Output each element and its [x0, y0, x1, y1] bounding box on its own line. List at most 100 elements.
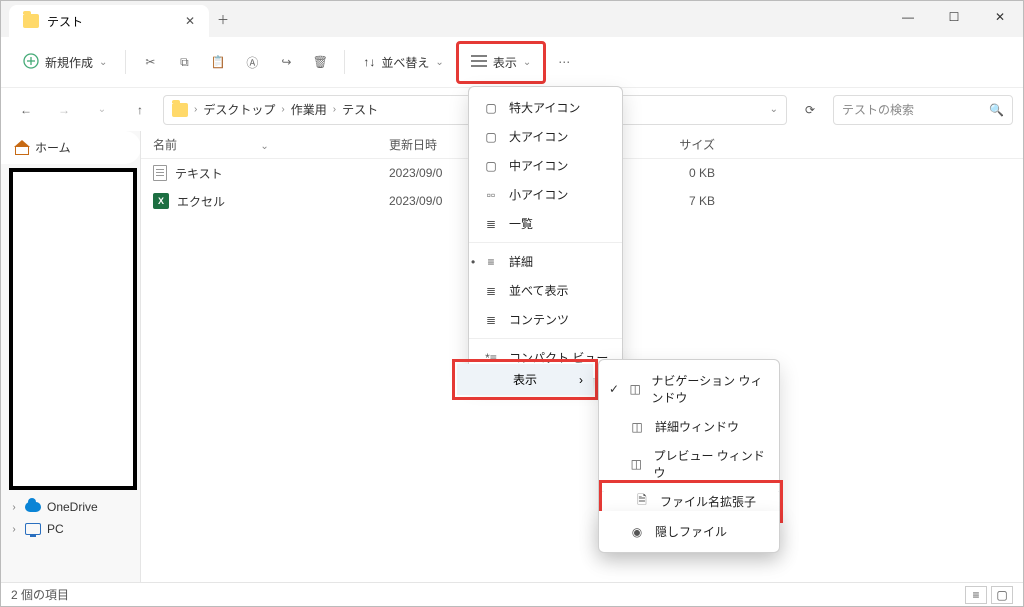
menu-list[interactable]: ≣一覧 [469, 209, 622, 238]
new-label: 新規作成 [45, 54, 93, 71]
search-icon: 🔍 [989, 103, 1004, 117]
view-list-icon [471, 55, 487, 70]
view-button[interactable]: 表示 ⌄ [456, 41, 546, 84]
menu-tiles[interactable]: ≣並べて表示 [469, 276, 622, 305]
large-icon: ▢ [483, 130, 499, 144]
medium-icon: ▢ [483, 159, 499, 173]
onedrive-label: OneDrive [47, 500, 98, 514]
content-icon: ≣ [483, 313, 499, 327]
check-icon: ✓ [609, 382, 619, 396]
details-view-toggle[interactable]: ≡ [965, 586, 987, 604]
rename-button[interactable]: Ⓐ [236, 46, 268, 78]
chevron-right-icon[interactable]: › [9, 524, 19, 535]
share-button[interactable]: ↪ [270, 46, 302, 78]
thumbnails-view-toggle[interactable]: ▢ [991, 586, 1013, 604]
details-icon: ≡ [483, 255, 499, 269]
chevron-right-icon: › [579, 373, 583, 387]
file-size: 0 KB [647, 166, 727, 180]
chevron-down-icon: ⌄ [99, 57, 107, 68]
recent-chevron[interactable]: ⌄ [87, 95, 117, 125]
sort-button[interactable]: ↑↓ 並べ替え ⌄ [353, 48, 453, 77]
plus-circle-icon [23, 53, 39, 72]
copy-button[interactable]: ⧉ [168, 46, 200, 78]
tab-current[interactable]: テスト ✕ [9, 5, 209, 37]
tiles-icon: ≣ [483, 284, 499, 298]
menu-extra-large-icons[interactable]: ▢特大アイコン [469, 93, 622, 122]
menu-nav-pane[interactable]: ✓◫ナビゲーション ウィンドウ [599, 366, 779, 412]
close-tab-icon[interactable]: ✕ [185, 14, 195, 28]
minimize-button[interactable]: ― [885, 1, 931, 33]
sidebar-item-pc[interactable]: › PC [5, 518, 137, 540]
crumb-desktop[interactable]: デスクトップ [203, 101, 275, 118]
pane-icon: ◫ [629, 457, 643, 471]
sort-icon: ↑↓ [363, 55, 375, 69]
file-icon: 🗎 [634, 491, 650, 512]
cut-button[interactable]: ✂ [134, 46, 166, 78]
sort-label: 並べ替え [381, 54, 429, 71]
menu-hidden-files[interactable]: ◉隠しファイル [599, 517, 779, 546]
pc-label: PC [47, 522, 64, 536]
sidebar-home-label: ホーム [35, 139, 71, 156]
chevron-down-icon: ⌄ [523, 57, 531, 68]
extra-large-icon: ▢ [483, 101, 499, 115]
pane-icon: ◫ [629, 382, 641, 396]
small-grid-icon: ▫▫ [483, 188, 499, 202]
maximize-button[interactable]: ☐ [931, 1, 977, 33]
forward-button[interactable]: → [49, 95, 79, 125]
menu-details[interactable]: ≡詳細 [469, 247, 622, 276]
pane-icon: ◫ [629, 420, 645, 434]
list-icon: ≣ [483, 217, 499, 231]
menu-large-icons[interactable]: ▢大アイコン [469, 122, 622, 151]
folder-icon [23, 14, 39, 28]
chevron-right-icon: › [333, 104, 336, 115]
paste-button[interactable]: 📋 [202, 46, 234, 78]
view-label: 表示 [493, 54, 517, 71]
search-box[interactable]: テストの検索 🔍 [833, 95, 1013, 125]
pc-icon [25, 523, 41, 535]
chevron-down-icon: ⌄ [260, 141, 268, 152]
chevron-down-icon[interactable]: ⌄ [770, 104, 778, 115]
tab-title: テスト [47, 13, 83, 30]
back-button[interactable]: ← [11, 95, 41, 125]
crumb-test[interactable]: テスト [342, 101, 378, 118]
title-bar: テスト ✕ ＋ ― ☐ ✕ [1, 1, 1023, 37]
redacted-area [9, 168, 137, 490]
file-name: エクセル [177, 193, 225, 210]
file-name: テキスト [175, 165, 223, 182]
crumb-work[interactable]: 作業用 [291, 101, 327, 118]
delete-button[interactable]: 🗑 [304, 46, 336, 78]
file-size: 7 KB [647, 194, 727, 208]
menu-show-highlight: 表示 › [452, 359, 598, 400]
onedrive-icon [25, 502, 41, 512]
text-file-icon [153, 165, 167, 181]
refresh-button[interactable]: ⟳ [795, 95, 825, 125]
sidebar-item-home[interactable]: ホーム [1, 131, 141, 164]
chevron-right-icon: › [194, 104, 197, 115]
up-button[interactable]: ↑ [125, 95, 155, 125]
new-button[interactable]: 新規作成 ⌄ [13, 47, 117, 78]
eye-icon: ◉ [629, 525, 645, 539]
menu-medium-icons[interactable]: ▢中アイコン [469, 151, 622, 180]
menu-small-icons[interactable]: ▫▫小アイコン [469, 180, 622, 209]
chevron-right-icon: › [281, 104, 284, 115]
home-icon [15, 141, 29, 155]
more-button[interactable]: ⋯ [548, 46, 580, 78]
status-bar: 2 個の項目 ≡ ▢ [1, 582, 1023, 606]
status-text: 2 個の項目 [11, 586, 69, 603]
menu-show[interactable]: 表示 › [457, 364, 593, 395]
sidebar-item-onedrive[interactable]: › OneDrive [5, 496, 137, 518]
col-size-header[interactable]: サイズ [647, 136, 727, 153]
search-placeholder: テストの検索 [842, 101, 914, 118]
menu-content[interactable]: ≣コンテンツ [469, 305, 622, 334]
chevron-down-icon: ⌄ [435, 57, 443, 68]
folder-icon [172, 103, 188, 117]
close-window-button[interactable]: ✕ [977, 1, 1023, 33]
menu-details-pane[interactable]: ◫詳細ウィンドウ [599, 412, 779, 441]
toolbar: 新規作成 ⌄ ✂ ⧉ 📋 Ⓐ ↪ 🗑 ↑↓ 並べ替え ⌄ 表示 ⌄ ⋯ [1, 37, 1023, 87]
window-controls: ― ☐ ✕ [885, 1, 1023, 33]
new-tab-button[interactable]: ＋ [217, 11, 229, 28]
sidebar-tree: › OneDrive › PC [1, 490, 141, 540]
show-submenu-tail: ◉隠しファイル [598, 511, 780, 553]
chevron-right-icon[interactable]: › [9, 502, 19, 513]
col-name-header[interactable]: 名前 ⌄ [141, 136, 377, 153]
